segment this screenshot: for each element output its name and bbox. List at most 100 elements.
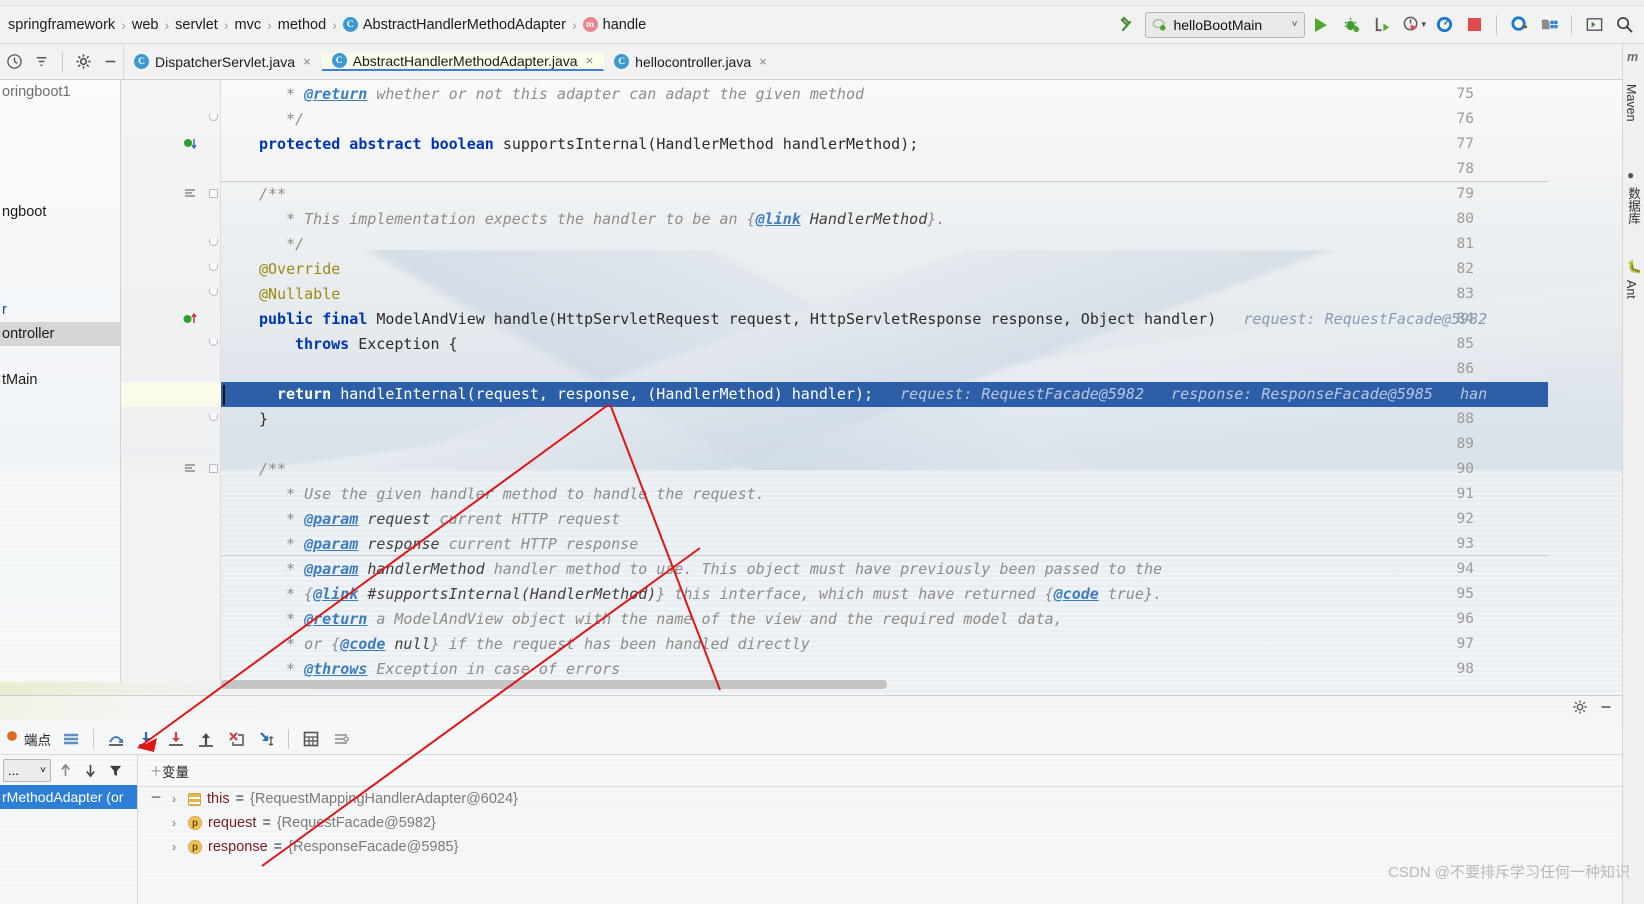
hide-panel-icon[interactable]: [98, 49, 123, 75]
breadcrumb-item-web[interactable]: web: [128, 17, 163, 33]
force-step-into-icon[interactable]: [162, 726, 190, 752]
variable-row[interactable]: › p request = {RequestFacade@5982}: [138, 811, 1622, 835]
editor-gutter[interactable]: [121, 80, 221, 682]
tool-window-ant[interactable]: Ant: [1624, 280, 1638, 299]
breadcrumb-item-method[interactable]: method: [274, 17, 330, 33]
project-tree-node[interactable]: ontroller: [0, 322, 120, 346]
code-token-cmt: /**: [259, 460, 287, 478]
settings-gear-icon[interactable]: [1572, 699, 1588, 720]
code-token-cmt: * {: [277, 585, 314, 603]
minimize-icon[interactable]: [1598, 699, 1614, 720]
code-token-cmt: [358, 585, 367, 603]
fold-handle[interactable]: [209, 114, 220, 125]
project-tree-node[interactable]: r: [0, 298, 120, 322]
project-tree-node[interactable]: oringboot1: [0, 80, 120, 104]
editor-tab[interactable]: C DispatcherServlet.java ×: [124, 54, 322, 70]
variables-list[interactable]: › this = {RequestMappingHandlerAdapter@60…: [138, 787, 1622, 859]
code-editor[interactable]: 7576777879808182838485868788899091929394…: [121, 80, 1548, 682]
breadcrumb-item-springframework[interactable]: springframework: [4, 17, 119, 33]
close-icon[interactable]: ×: [301, 54, 311, 69]
run-icon[interactable]: [1307, 11, 1335, 39]
breakpoint-icon[interactable]: [4, 728, 20, 749]
tool-window-maven[interactable]: Maven: [1624, 84, 1638, 122]
editor-tab[interactable]: Chellocontroller.java ×: [604, 54, 778, 70]
chevron-right-icon[interactable]: ›: [172, 840, 182, 854]
debug-toolbar: 端点: [0, 723, 1622, 755]
arrow-up-icon[interactable]: [54, 757, 76, 783]
stop-icon[interactable]: [1460, 11, 1488, 39]
rerun-icon[interactable]: [1367, 11, 1395, 39]
drop-frame-icon[interactable]: [222, 726, 250, 752]
frames-pane[interactable]: ... ˅ rMethodAdapter (or: [0, 755, 138, 904]
frame-item-selected[interactable]: rMethodAdapter (or: [0, 785, 137, 809]
run-configuration-selector[interactable]: helloBootMain ˅: [1145, 11, 1306, 38]
code-token-cmt: [801, 210, 810, 228]
breadcrumb-item-abstracthandlermethodadapter[interactable]: C AbstractHandlerMethodAdapter: [339, 17, 570, 33]
collapse-all-icon[interactable]: [29, 49, 54, 75]
breadcrumb-item-servlet[interactable]: servlet: [171, 17, 222, 33]
variable-row[interactable]: › p response = {ResponseFacade@5985}: [138, 835, 1622, 859]
chevron-right-icon[interactable]: ›: [172, 792, 182, 806]
view-breakpoints-icon[interactable]: [57, 726, 85, 752]
project-tree-node[interactable]: tMain: [0, 368, 120, 392]
search-icon[interactable]: [1610, 11, 1638, 39]
filter-icon[interactable]: [104, 757, 126, 783]
settings-lines-icon[interactable]: [327, 726, 355, 752]
history-icon[interactable]: [2, 49, 27, 75]
close-icon[interactable]: ×: [757, 54, 767, 69]
settings-gear-icon[interactable]: [71, 49, 96, 75]
code-token-tag: @link: [313, 585, 359, 603]
code-token-cmt: * or {: [277, 635, 341, 653]
editor-tab-label: AbstractHandlerMethodAdapter.java: [352, 52, 578, 69]
fold-handle[interactable]: [209, 414, 220, 425]
fold-handle[interactable]: [209, 189, 220, 200]
chevron-down-icon[interactable]: ▾: [1421, 19, 1426, 30]
fold-handle[interactable]: [209, 239, 220, 250]
fold-handle[interactable]: [209, 339, 220, 350]
impl-down-icon[interactable]: [183, 137, 197, 154]
project-structure-icon[interactable]: [1535, 11, 1563, 39]
step-over-icon[interactable]: [102, 726, 130, 752]
debug-window-title: 端点: [24, 732, 51, 748]
ant-icon: 🐛: [1627, 260, 1642, 274]
breadcrumb-item-mvc[interactable]: mvc: [231, 17, 266, 33]
build-hammer-icon[interactable]: [1115, 11, 1143, 39]
code-token-cmt: handler method to use. This object must …: [484, 560, 1163, 578]
chevron-right-icon[interactable]: ›: [172, 816, 182, 830]
editor-tab[interactable]: C AbstractHandlerMethodAdapter.java ×: [321, 52, 605, 71]
breadcrumb-item-handle[interactable]: m handle: [579, 17, 651, 33]
run-to-cursor-icon[interactable]: [252, 726, 280, 752]
variable-name: response: [208, 839, 268, 855]
chevron-down-icon[interactable]: ˅: [1292, 19, 1298, 30]
debug-icon[interactable]: [1337, 11, 1365, 39]
thread-selector[interactable]: ... ˅: [3, 758, 51, 782]
tool-window-database[interactable]: 数据库: [1624, 187, 1643, 225]
doc-icon[interactable]: [183, 187, 197, 204]
coverage-icon[interactable]: [1505, 11, 1533, 39]
fold-handle[interactable]: [209, 289, 220, 300]
attach-icon[interactable]: [1430, 11, 1458, 39]
code-token-cmt: whether or not this adapter can adapt th…: [367, 85, 865, 103]
doc-icon[interactable]: [183, 462, 197, 479]
step-into-icon[interactable]: [132, 726, 160, 752]
step-out-icon[interactable]: [192, 726, 220, 752]
chevron-down-icon[interactable]: ˅: [40, 765, 46, 776]
project-tool-window[interactable]: oringboot1 ngboot r ontroller tMain: [0, 80, 121, 682]
terminal-icon[interactable]: [1580, 11, 1608, 39]
code-line: throws Exception {: [295, 332, 458, 357]
code-token-tag: @return: [304, 85, 368, 103]
code-text-area[interactable]: * @return whether or not this adapter ca…: [221, 80, 1548, 682]
fold-handle[interactable]: [209, 464, 220, 475]
arrow-down-icon[interactable]: [79, 757, 101, 783]
variable-value: {ResponseFacade@5985}: [288, 839, 459, 855]
variable-row[interactable]: › this = {RequestMappingHandlerAdapter@60…: [138, 787, 1622, 811]
project-tree-node[interactable]: ngboot: [0, 200, 120, 224]
evaluate-expression-icon[interactable]: [297, 726, 325, 752]
fold-column[interactable]: [209, 80, 221, 682]
class-icon: C: [331, 53, 347, 68]
editor-horizontal-scrollbar[interactable]: [221, 680, 887, 689]
fold-handle[interactable]: [209, 264, 220, 275]
override-up-icon[interactable]: [183, 312, 197, 329]
close-icon[interactable]: ×: [584, 53, 594, 68]
code-token-cmt: */: [277, 110, 305, 128]
